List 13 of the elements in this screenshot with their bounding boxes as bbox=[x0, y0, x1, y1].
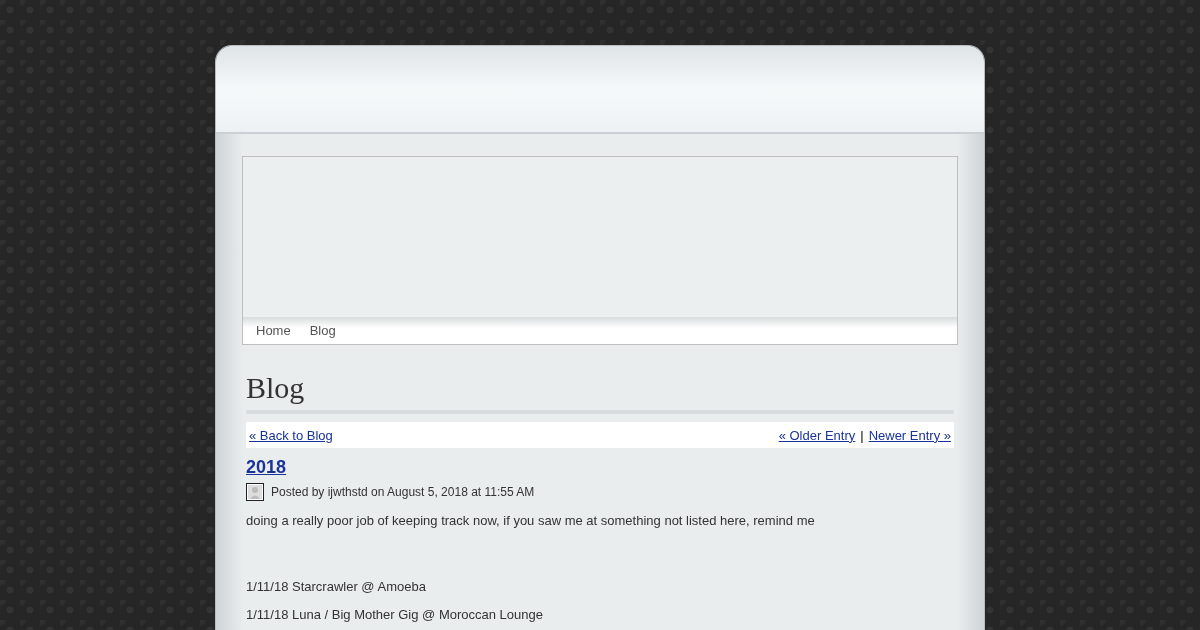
newer-entry-link[interactable]: Newer Entry » bbox=[868, 427, 951, 443]
nav-link[interactable]: Blog bbox=[309, 323, 336, 338]
post-paragraph: doing a really poor job of keeping track now, if you saw me at something not listed here, remind me bbox=[246, 513, 816, 529]
nav-link[interactable]: Home bbox=[256, 323, 291, 338]
back-link[interactable]: « Back to Blog bbox=[249, 427, 333, 443]
separator: | bbox=[860, 427, 864, 443]
post-paragraph: 1/11/18 Starcrawler @ Amoeba bbox=[246, 579, 427, 595]
avatar-icon bbox=[246, 483, 264, 501]
post-title[interactable]: 2018 bbox=[246, 457, 287, 478]
post-meta: Posted by ijwthstd on August 5, 2018 at 11:55 AM bbox=[271, 485, 535, 499]
post-paragraph: 1/11/18 Luna / Big Mother Gig @ Moroccan Lounge bbox=[246, 607, 544, 623]
older-entry-link[interactable]: « Older Entry bbox=[778, 427, 856, 443]
page-title: Blog bbox=[246, 371, 954, 414]
